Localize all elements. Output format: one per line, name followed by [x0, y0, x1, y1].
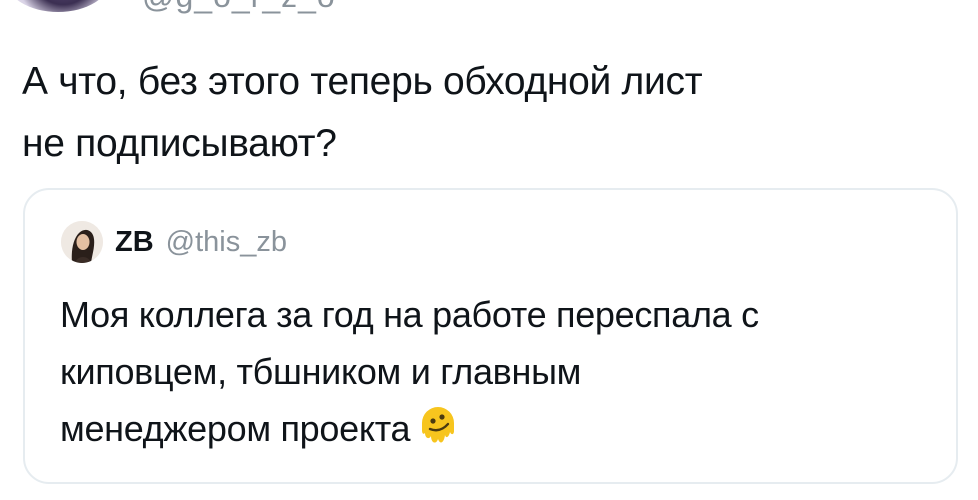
quoted-tweet-text: Моя коллега за год на работе переспала с…: [60, 286, 940, 457]
quoted-author-avatar[interactable]: [61, 221, 103, 263]
quoted-tweet-card[interactable]: ZB @this_zb Моя коллега за год на работе…: [23, 188, 958, 484]
quoted-text-line: киповцем, тбшником и главным: [60, 351, 582, 392]
quoted-tweet-header: ZB @this_zb: [61, 220, 287, 264]
quoted-text-line-3: менеджером проекта: [60, 408, 411, 449]
tweet-text-line: А что, без этого теперь обходной лист: [22, 60, 703, 103]
quoted-text-line: Моя коллега за год на работе переспала с: [60, 294, 759, 335]
tweet-text: А что, без этого теперь обходной лист не…: [22, 51, 952, 175]
author-handle[interactable]: @g_o_r_z_o: [142, 0, 336, 15]
author-avatar[interactable]: [6, 0, 110, 12]
tweet-header-cropped: @g_o_r_z_o: [0, 0, 978, 28]
tweet-text-line: не подписывают?: [22, 122, 337, 165]
quoted-author-name[interactable]: ZB: [115, 226, 154, 259]
quoted-text-line: менеджером проекта: [60, 400, 940, 457]
quoted-author-handle[interactable]: @this_zb: [166, 226, 287, 259]
melting-face-icon: [418, 405, 458, 447]
